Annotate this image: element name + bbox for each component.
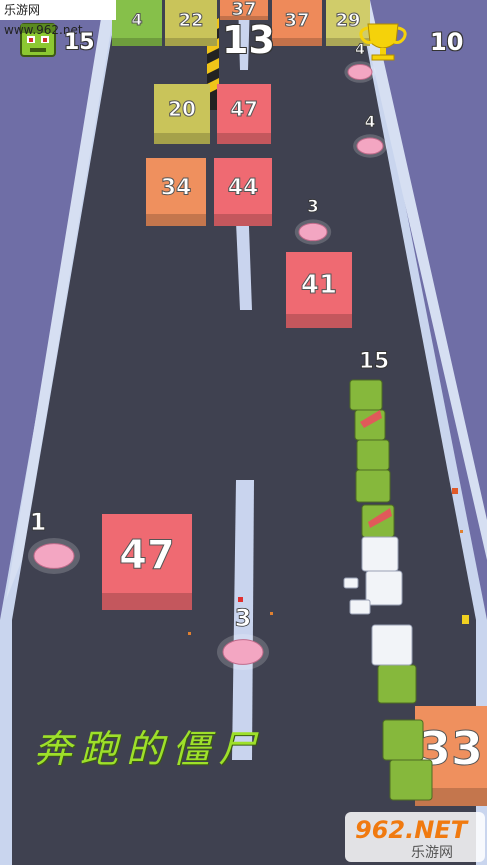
block-value: 44: [228, 175, 259, 200]
game-title-caption: 奔跑的僵尸: [34, 727, 265, 771]
number-block: 37: [272, 0, 322, 46]
number-block: 4: [112, 0, 162, 46]
block-value: 29: [335, 10, 360, 31]
block-value: 20: [168, 97, 196, 121]
brain-icon: [33, 543, 75, 569]
brain-icon: [298, 222, 328, 242]
number-block: 20: [154, 84, 210, 144]
zombie-count: 15: [64, 30, 95, 55]
number-block: 37: [220, 0, 268, 20]
brain-icon: [222, 639, 264, 665]
block-value: 37: [231, 0, 256, 20]
number-block: 47: [217, 84, 271, 144]
number-block: 47: [102, 514, 192, 610]
number-block: 41: [286, 252, 352, 328]
level-number: 13: [222, 18, 275, 62]
brain-value: 4: [365, 113, 376, 131]
block-value: 4: [131, 10, 142, 29]
block-value: 41: [301, 270, 337, 300]
block-value: 22: [178, 10, 203, 31]
block-value: 37: [284, 10, 309, 31]
logo-main-text: 962.NET: [355, 816, 468, 844]
number-block: 22: [165, 0, 217, 46]
brain-value: 1: [30, 508, 47, 536]
number-block: 44: [214, 158, 272, 226]
trophy-score: 10: [430, 28, 464, 56]
brain-icon: [356, 137, 384, 155]
site-watermark: 乐游网 www.962.net: [0, 0, 116, 37]
brain-value: 4: [355, 42, 365, 58]
horde-count: 15: [359, 349, 390, 374]
logo-sub-text: 乐游网: [411, 845, 453, 861]
block-value: 47: [119, 533, 175, 579]
brain-value: 3: [235, 604, 252, 632]
brain-icon: [347, 64, 373, 80]
block-value: 34: [161, 175, 192, 200]
block-value: 47: [230, 97, 258, 121]
site-logo: 962.NET 乐游网: [345, 812, 485, 862]
number-block: 34: [146, 158, 206, 226]
brain-value: 3: [307, 196, 319, 216]
